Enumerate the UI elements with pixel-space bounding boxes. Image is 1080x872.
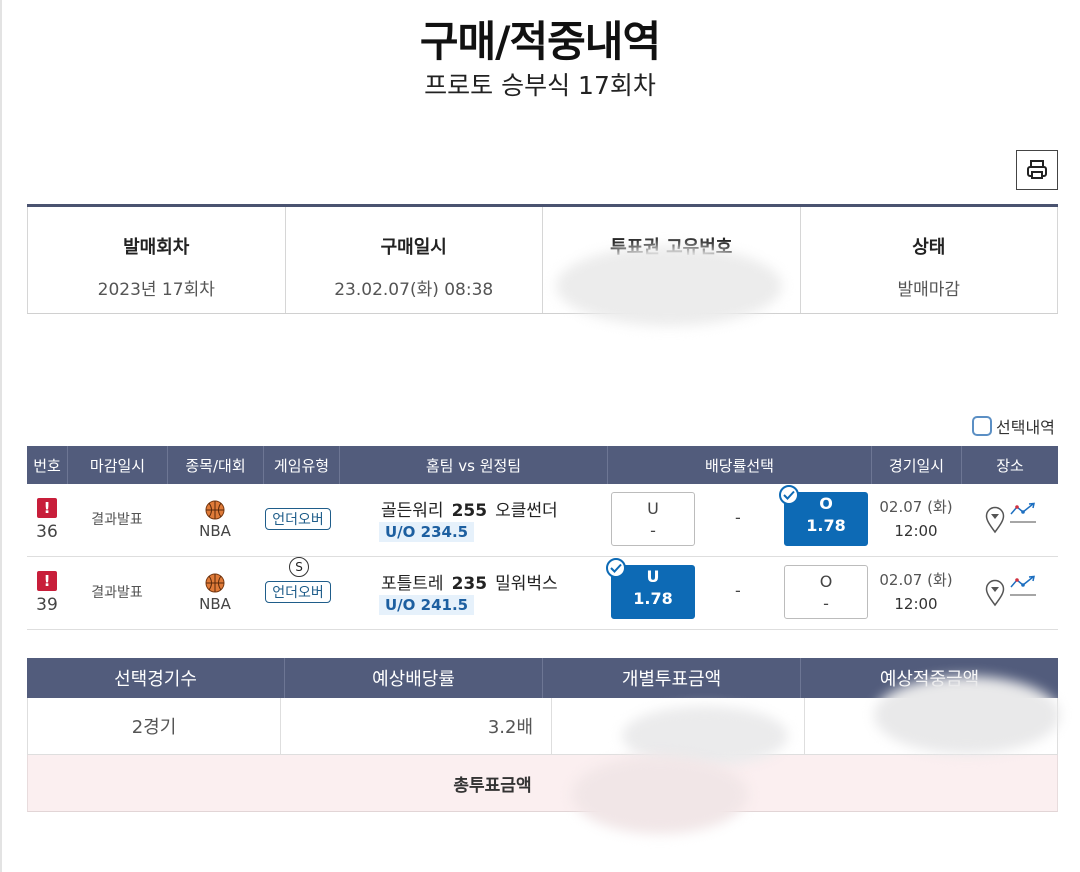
info-status-value: 발매마감 xyxy=(897,280,961,300)
odds-draw: - xyxy=(735,508,741,527)
away-team: 밀워벅스 xyxy=(495,574,558,594)
summary-col-odds: 예상배당률 xyxy=(284,658,542,698)
games-table: 번호 마감일시 종목/대회 게임유형 홈팀 vs 원정팀 배당률선택 경기일시 … xyxy=(27,446,1058,630)
game-number: 36 xyxy=(36,522,58,542)
print-button[interactable] xyxy=(1016,150,1058,190)
info-status: 상태 발매마감 xyxy=(799,207,1058,313)
col-odds: 배당률선택 xyxy=(607,446,871,484)
game-type-badge: 언더오버 xyxy=(265,508,331,530)
close-status: 결과발표 xyxy=(91,512,143,528)
summary-col-bet: 개별투표금액 xyxy=(542,658,800,698)
summary-games-count: 2경기 xyxy=(131,717,177,738)
odds-value: - xyxy=(650,521,656,540)
info-round: 발매회차 2023년 17회차 xyxy=(27,207,285,313)
game-number: 39 xyxy=(36,595,58,615)
uo-line: U/O 241.5 xyxy=(379,595,475,615)
odds-over-button[interactable]: O 1.78 xyxy=(779,485,868,546)
odds-pick: U xyxy=(647,499,659,518)
game-date: 02.07 (화) xyxy=(879,571,953,589)
odds-value: 1.78 xyxy=(633,589,673,608)
location-pin-icon[interactable] xyxy=(985,506,1005,534)
away-team: 오클썬더 xyxy=(495,501,558,521)
col-venue: 장소 xyxy=(961,446,1058,484)
odds-under-button[interactable]: U 1.78 xyxy=(606,558,695,619)
redaction-blur xyxy=(572,756,748,834)
match-teams: 골든워리 255 오클썬더 xyxy=(381,496,558,521)
trend-chart-icon[interactable] xyxy=(1009,502,1037,524)
home-team: 골든워리 xyxy=(381,501,444,521)
redaction-blur xyxy=(874,676,1060,754)
game-type-badge: 언더오버 xyxy=(265,581,331,603)
odds-under-button[interactable]: U - xyxy=(611,492,695,546)
match-teams: 포틀트레 235 밀워벅스 xyxy=(381,569,558,594)
alert-icon: ! xyxy=(37,571,57,591)
home-team: 포틀트레 xyxy=(381,574,444,594)
summary-total-row: 총투표금액 xyxy=(27,755,1058,812)
odds-over-button[interactable]: O - xyxy=(784,565,868,619)
basketball-icon xyxy=(205,500,225,520)
selection-checkbox[interactable] xyxy=(972,416,992,436)
redaction-blur xyxy=(556,246,782,326)
col-close: 마감일시 xyxy=(67,446,167,484)
special-badge: S xyxy=(289,557,309,577)
line-score: 255 xyxy=(451,501,488,521)
basketball-icon xyxy=(205,573,225,593)
col-date: 경기일시 xyxy=(871,446,961,484)
selection-toggle[interactable]: 선택내역 xyxy=(972,414,1055,438)
summary-expected-odds: 3.2배 xyxy=(280,698,551,754)
game-time: 12:00 xyxy=(894,522,938,540)
info-round-label: 발매회차 xyxy=(123,237,190,258)
trend-chart-icon[interactable] xyxy=(1009,575,1037,597)
col-teams: 홈팀 vs 원정팀 xyxy=(339,446,607,484)
location-pin-icon[interactable] xyxy=(985,579,1005,607)
close-status: 결과발표 xyxy=(91,585,143,601)
table-row: ! 39 결과발표 NBA S 언더오버 포틀트레 235 밀워벅스 U/O 241… xyxy=(27,557,1058,630)
info-round-value: 2023년 17회차 xyxy=(97,280,215,300)
game-time: 12:00 xyxy=(894,595,938,613)
info-status-label: 상태 xyxy=(912,237,946,258)
odds-value: 1.78 xyxy=(806,516,846,535)
summary-total-label: 총투표금액 xyxy=(453,775,532,796)
col-type: 게임유형 xyxy=(263,446,339,484)
page-left-border xyxy=(0,0,2,872)
info-purchase: 구매일시 23.02.07(화) 08:38 xyxy=(284,207,543,313)
table-row: ! 36 결과발표 NBA 언더오버 골든워리 255 오클썬더 U/O 234.5… xyxy=(27,484,1058,557)
printer-icon xyxy=(1027,160,1047,179)
alert-icon: ! xyxy=(37,498,57,518)
info-purchase-label: 구매일시 xyxy=(380,237,447,258)
odds-value: - xyxy=(823,594,829,613)
league-name: NBA xyxy=(199,522,231,540)
odds-pick: O xyxy=(819,572,833,591)
line-score: 235 xyxy=(451,574,488,594)
game-date: 02.07 (화) xyxy=(879,498,953,516)
uo-line: U/O 234.5 xyxy=(379,522,475,542)
odds-draw: - xyxy=(735,581,741,600)
check-icon xyxy=(606,558,626,578)
selection-label: 선택내역 xyxy=(996,418,1055,437)
page-title: 구매/적중내역 xyxy=(419,17,661,66)
league-name: NBA xyxy=(199,595,231,613)
check-icon xyxy=(779,485,799,505)
summary-col-games: 선택경기수 xyxy=(114,669,197,690)
ticket-info-table: 발매회차 2023년 17회차 구매일시 23.02.07(화) 08:38 투… xyxy=(27,204,1058,314)
col-number: 번호 xyxy=(33,456,61,475)
games-table-header: 번호 마감일시 종목/대회 게임유형 홈팀 vs 원정팀 배당률선택 경기일시 … xyxy=(27,446,1058,484)
col-sport: 종목/대회 xyxy=(167,446,263,484)
info-purchase-value: 23.02.07(화) 08:38 xyxy=(334,280,494,300)
page-subtitle: 프로토 승부식 17회차 xyxy=(424,71,656,100)
